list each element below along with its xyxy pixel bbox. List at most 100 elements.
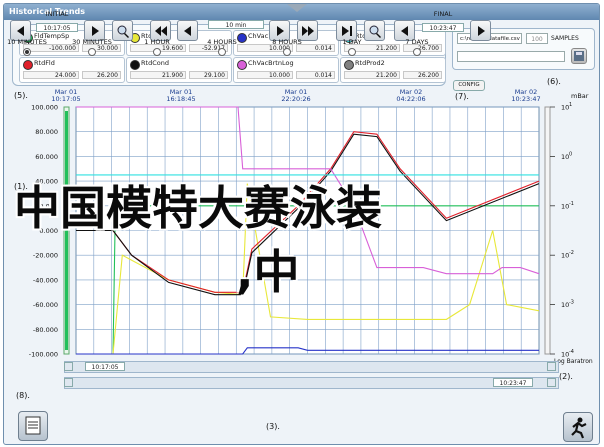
legend-item[interactable]: RtdFld 24.000 26.200 — [19, 57, 125, 83]
range-option-label: 1 DAY — [342, 38, 362, 46]
chevron-left-icon — [184, 26, 191, 36]
double-chevron-right-icon — [302, 26, 314, 36]
range-option-label: 1 HOUR — [144, 38, 170, 46]
legend-max-value[interactable]: 26.200 — [403, 71, 442, 79]
running-man-icon — [571, 417, 587, 439]
scroll-left-button[interactable] — [64, 362, 73, 371]
legend-max-value[interactable]: 26.200 — [82, 71, 121, 79]
print-button[interactable] — [18, 411, 48, 441]
right-tick-exponent: -4 — [569, 349, 574, 355]
legend-min-value[interactable]: 10.000 — [237, 71, 293, 79]
chevron-right-icon — [277, 26, 284, 36]
range-radio[interactable] — [348, 48, 356, 56]
legend-series-name: ChVacBrtnLog — [248, 59, 294, 67]
chevron-right-icon — [478, 26, 485, 36]
series-line — [76, 347, 539, 355]
range-radio[interactable] — [218, 48, 226, 56]
overlay-caption-2: ,中 — [236, 236, 299, 302]
right-tick-exponent: -2 — [569, 250, 574, 256]
range-option-label: 10 MINUTES — [7, 38, 47, 46]
end-time-strip: 10:23:47 — [64, 377, 559, 389]
double-chevron-left-icon — [155, 26, 167, 36]
legend-min-value[interactable]: 21.200 — [344, 71, 400, 79]
replay-progress-bar — [457, 51, 565, 62]
time-tick-label: Mar 02 04:22:06 — [386, 89, 436, 103]
right-tick-label: 10 — [561, 153, 569, 161]
legend-item[interactable]: RtdCond 21.900 29.100 — [126, 57, 232, 83]
legend-series-name: RtdFld — [34, 59, 55, 67]
start-time-strip: 10:17:05 — [64, 361, 559, 373]
series-color-icon — [23, 60, 33, 70]
final-time-field[interactable]: 10:23:47 — [422, 23, 464, 32]
chevron-left-icon — [17, 26, 24, 36]
collapse-tab-icon[interactable] — [287, 4, 307, 12]
y-tick-label: -100.000 — [29, 351, 58, 359]
initial-label: INITIAL — [45, 10, 69, 18]
time-tick-time: 22:20:26 — [281, 95, 311, 103]
annotation-2: (2). — [559, 372, 573, 381]
range-option-label: 7 DAYS — [405, 38, 429, 46]
chevron-left-icon — [401, 26, 408, 36]
printer-icon — [25, 416, 41, 435]
y-tick-label: -60.000 — [33, 301, 58, 309]
range-option-label: 30 MINUTES — [72, 38, 112, 46]
skip-end-icon — [342, 26, 352, 36]
range-radio[interactable] — [23, 48, 31, 56]
time-tick-time: 10:23:47 — [511, 95, 541, 103]
historical-trends-panel: Historical Trends FldTempSp -100.000 30.00… — [3, 3, 600, 445]
legend-min-value[interactable]: 21.900 — [130, 71, 186, 79]
right-tick-label: 10 — [561, 301, 569, 309]
range-option-label: 8 HOURS — [272, 38, 302, 46]
zoom-out-icon — [369, 25, 381, 38]
annotation-8: (8). — [16, 391, 30, 400]
floppy-icon — [574, 51, 584, 61]
legend-series-name: RtdCond — [141, 59, 169, 67]
scroll-right-button[interactable] — [547, 362, 556, 371]
range-radio[interactable] — [283, 48, 291, 56]
log-axis-label: Log Baratron — [554, 358, 593, 365]
config-button[interactable]: CONFIG — [453, 80, 485, 91]
run-button[interactable] — [563, 412, 593, 442]
final-label: FINAL — [433, 10, 453, 18]
legend-item[interactable]: RtdProd2 21.200 26.200 — [340, 57, 446, 83]
legend-series-name: RtdProd2 — [355, 59, 385, 67]
series-color-icon — [130, 60, 140, 70]
range-radio[interactable] — [153, 48, 161, 56]
legend-item[interactable]: ChVacBrtnLog 10.000 0.014 — [233, 57, 339, 83]
right-tick-label: 10 — [561, 252, 569, 260]
right-tick-exponent: -3 — [569, 300, 574, 306]
range-radio[interactable] — [413, 48, 421, 56]
final-forward-button[interactable] — [470, 20, 491, 41]
time-tick-time: 10:17:05 — [51, 95, 81, 103]
time-tick-time: 04:22:06 — [396, 95, 426, 103]
samples-input[interactable]: 100 — [526, 33, 548, 44]
zoom-in-icon — [117, 25, 129, 38]
right-axis-unit: mBar — [571, 92, 589, 100]
y-tick-label: -80.000 — [33, 326, 58, 334]
right-tick-label: 10 — [561, 104, 569, 112]
time-tick-label: Mar 02 10:23:47 — [501, 89, 551, 103]
legend-max-value[interactable]: 29.100 — [189, 71, 228, 79]
samples-label: SAMPLES — [551, 35, 579, 42]
annotation-6: (6). — [547, 77, 561, 86]
annotation-5: (5). — [14, 91, 28, 100]
legend-min-value[interactable]: 24.000 — [23, 71, 79, 79]
window-size-field[interactable]: 10 min — [208, 20, 264, 29]
scroll-right-button-2[interactable] — [547, 378, 556, 387]
chevron-right-icon — [92, 26, 99, 36]
save-button[interactable] — [571, 48, 587, 64]
scroll-left-button-2[interactable] — [64, 378, 73, 387]
start-time-box: 10:17:05 — [85, 362, 125, 371]
annotation-7: (7). — [455, 92, 469, 101]
series-color-icon — [344, 60, 354, 70]
legend-max-value[interactable]: 0.014 — [296, 71, 335, 79]
y-tick-label: -40.000 — [33, 276, 58, 284]
range-radio[interactable] — [88, 48, 96, 56]
overlay-punct: , — [236, 245, 254, 299]
end-time-box: 10:23:47 — [493, 378, 533, 387]
time-tick-label: Mar 01 16:18:45 — [156, 89, 206, 103]
overlay-caption: 中国模特大赛泳装 — [14, 181, 382, 235]
annotation-3: (3). — [266, 422, 280, 431]
initial-time-field[interactable]: 10:17:05 — [36, 23, 78, 32]
time-tick-label: Mar 01 22:20:26 — [271, 89, 321, 103]
